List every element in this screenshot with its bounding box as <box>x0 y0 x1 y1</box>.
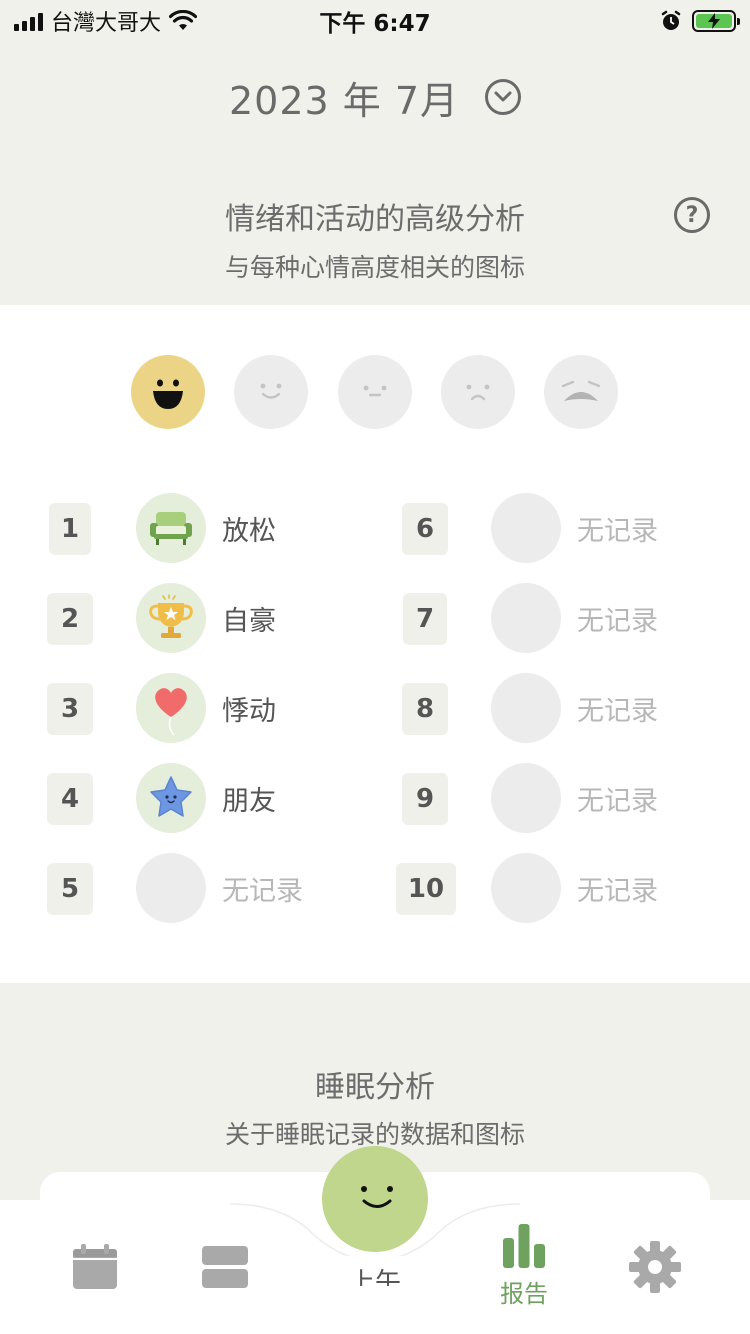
empty-slot <box>491 763 561 833</box>
status-left: 台灣大哥大 <box>14 5 198 37</box>
ranking-item: 2 自豪 <box>0 583 375 653</box>
ranking-item: 9 无记录 <box>375 763 750 833</box>
carrier-name: 台灣大哥大 <box>51 11 162 36</box>
rank-number: 3 <box>47 683 93 735</box>
ranking-item: 7 无记录 <box>375 583 750 653</box>
empty-slot <box>491 583 561 653</box>
ranking-item: 8 无记录 <box>375 673 750 743</box>
status-bar: 台灣大哥大 下午 6:47 <box>0 0 750 42</box>
mood-great-icon[interactable] <box>131 355 205 429</box>
rank-label: 无记录 <box>577 696 658 727</box>
month-selector[interactable]: 2023 年 7月 <box>0 70 750 124</box>
star-friend-icon <box>136 763 206 833</box>
rank-number: 1 <box>49 503 91 555</box>
rank-number: 9 <box>402 773 448 825</box>
empty-slot <box>491 673 561 743</box>
rank-number: 5 <box>47 863 93 915</box>
tab-report-label: 报告 <box>500 1280 548 1308</box>
empty-slot <box>491 853 561 923</box>
month-label: 2023 年 7月 <box>228 78 460 123</box>
tab-settings[interactable] <box>629 1241 681 1293</box>
mood-meh-icon[interactable] <box>338 355 412 429</box>
mood-awful-icon[interactable] <box>544 355 618 429</box>
battery-icon <box>692 10 740 32</box>
mood-good-icon[interactable] <box>234 355 308 429</box>
rank-label: 自豪 <box>222 606 276 637</box>
alarm-icon <box>661 10 681 30</box>
status-right <box>660 10 740 32</box>
rank-number: 10 <box>396 863 456 915</box>
help-icon[interactable]: ? <box>674 197 710 233</box>
ranking-item: 10 无记录 <box>375 853 750 923</box>
mood-bad-icon[interactable] <box>441 355 515 429</box>
ranking-item: 3 悸动 <box>0 673 375 743</box>
add-entry-button[interactable] <box>322 1146 428 1252</box>
rank-number: 7 <box>403 593 447 645</box>
heart-balloon-icon <box>136 673 206 743</box>
empty-slot <box>491 493 561 563</box>
rank-label: 放松 <box>222 516 276 547</box>
rank-number: 4 <box>47 773 93 825</box>
rank-label: 无记录 <box>577 876 658 907</box>
rank-label: 无记录 <box>577 606 658 637</box>
ranking-item: 1 放松 <box>0 493 375 563</box>
tab-report[interactable]: 报告 <box>500 1224 548 1309</box>
rank-label: 无记录 <box>577 516 658 547</box>
rank-label: 朋友 <box>222 786 276 817</box>
rank-number: 8 <box>402 683 448 735</box>
ranking-item: 6 无记录 <box>375 493 750 563</box>
rank-number: 2 <box>47 593 93 645</box>
rank-label: 无记录 <box>222 876 303 907</box>
ranking-item: 4 朋友 <box>0 763 375 833</box>
trophy-icon <box>136 583 206 653</box>
emotion-analysis-card: 1 放松 2 自豪 3 悸动 4 朋友 5 无记录 6 无记录 7 无记录 8 … <box>0 305 750 983</box>
sofa-icon <box>136 493 206 563</box>
ranking-item: 5 无记录 <box>0 853 375 923</box>
bar-chart-icon <box>503 1224 545 1268</box>
smiley-icon <box>361 1186 393 1208</box>
rank-label: 悸动 <box>222 696 276 727</box>
gear-icon <box>629 1241 681 1293</box>
cellular-signal-icon <box>14 11 43 31</box>
rank-number: 6 <box>402 503 448 555</box>
wifi-icon <box>169 10 198 30</box>
emotion-section-title: 情绪和活动的高级分析 <box>225 202 525 237</box>
chevron-down-icon[interactable] <box>485 79 522 115</box>
emotion-section-subtitle: 与每种心情高度相关的图标 <box>224 253 525 282</box>
sleep-section-title: 睡眠分析 <box>315 1070 435 1105</box>
rank-label: 无记录 <box>577 786 658 817</box>
empty-slot <box>136 853 206 923</box>
mood-selector <box>0 355 750 429</box>
